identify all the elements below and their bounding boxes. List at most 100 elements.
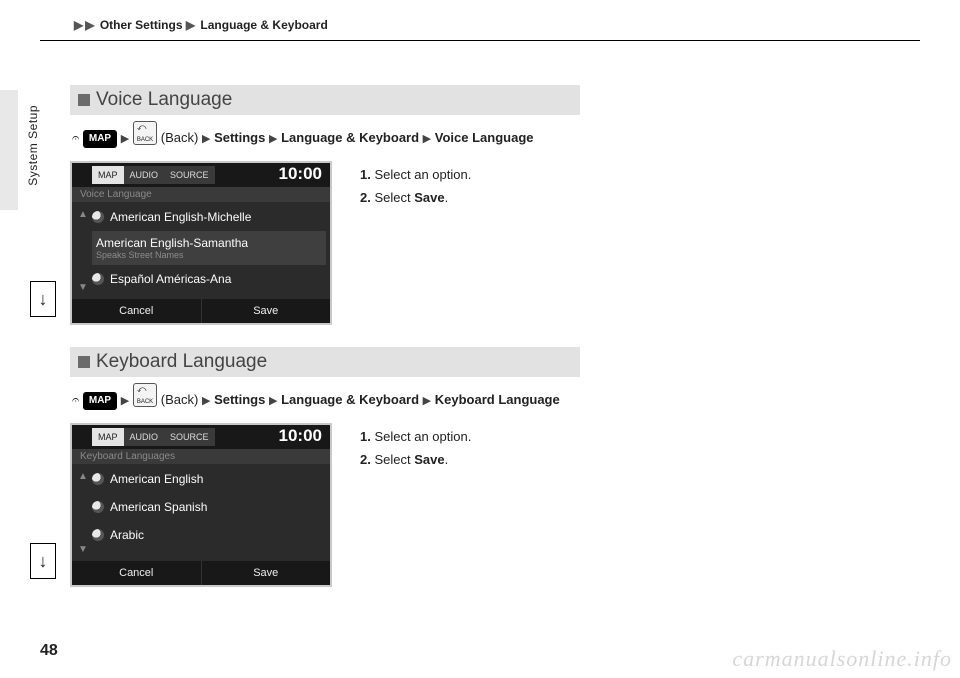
nav-path: 𝄐 MAP ▶ ⤺BACK (Back) ▶ Settings ▶ Langua… [70,377,890,417]
tab-source: SOURCE [164,166,215,184]
list-item-label: American English-Samantha [96,236,248,250]
square-bullet-icon [78,94,90,106]
chevron-right-icon: ▶ [423,133,431,145]
chevron-right-icon: ▶ [85,18,94,32]
chevron-right-icon: ▶ [269,133,277,145]
tab-map: MAP [92,166,124,184]
breadcrumb-item: Other Settings [100,18,183,32]
tab-audio: AUDIO [124,166,165,184]
step: 2. Select Save. [360,186,471,209]
chevron-right-icon: ▶ [121,133,129,145]
path-segment: Voice Language [435,130,534,145]
tab-audio: AUDIO [124,428,165,446]
step-text: Select an option. [374,167,471,182]
scroll-down-icon: ▼ [78,544,88,555]
back-text: (Back) [161,130,199,145]
step: 1. Select an option. [360,163,471,186]
radio-icon [92,211,104,223]
step-number: 1. [360,167,371,182]
save-button: Save [202,299,331,323]
voice-icon: 𝄐 [72,130,79,145]
chevron-right-icon: ▶ [269,395,277,407]
path-segment: Keyboard Language [435,392,560,407]
clock-display: 10:00 [279,164,322,184]
step-bold: Save [414,452,444,467]
nav-path: 𝄐 MAP ▶ ⤺BACK (Back) ▶ Settings ▶ Langua… [70,115,890,155]
instruction-steps: 1. Select an option. 2. Select Save. [360,423,471,587]
step-number: 2. [360,190,371,205]
save-button: Save [202,561,331,585]
down-arrow-callout-icon: ↓ [30,543,56,579]
list-item: American Spanish [92,493,326,521]
list-item: Español Américas-Ana [92,265,326,293]
radio-icon [92,529,104,541]
list-item: American English-Samantha Speaks Street … [92,231,326,265]
step-bold: Save [414,190,444,205]
section-title: Voice Language [70,85,580,115]
map-button-icon: MAP [83,392,117,410]
back-text: (Back) [161,392,199,407]
side-tab [0,90,18,210]
section-voice-language: Voice Language 𝄐 MAP ▶ ⤺BACK (Back) ▶ Se… [70,85,890,325]
map-button-icon: MAP [83,130,117,148]
section-title-text: Keyboard Language [96,351,267,373]
step: 1. Select an option. [360,425,471,448]
path-segment: Settings [214,130,265,145]
tab-map: MAP [92,428,124,446]
step: 2. Select Save. [360,448,471,471]
screenshot-keyboard-language: MAP AUDIO SOURCE 10:00 Keyboard Language… [70,423,332,587]
watermark: carmanualsonline.info [732,646,952,672]
step-text: Select an option. [374,429,471,444]
step-number: 1. [360,429,371,444]
chevron-right-icon: ▶ [202,395,210,407]
list-item-label: American English [110,472,203,486]
down-arrow-callout-icon: ↓ [30,281,56,317]
radio-icon [92,273,104,285]
back-button-icon: ⤺BACK [133,383,157,407]
instruction-steps: 1. Select an option. 2. Select Save. [360,161,471,325]
list-item-label: Español Américas-Ana [110,272,231,286]
square-bullet-icon [78,356,90,368]
list-item-label: American English-Michelle [110,210,251,224]
screenshot-voice-language: MAP AUDIO SOURCE 10:00 Voice Language ▲ … [70,161,332,325]
list-item: Arabic [92,521,326,549]
cancel-button: Cancel [72,561,202,585]
list-item: American English [92,465,326,493]
breadcrumb: ▶▶ Other Settings ▶ Language & Keyboard [74,18,328,32]
tab-source: SOURCE [164,428,215,446]
cancel-button: Cancel [72,299,202,323]
screen-title: Voice Language [72,187,330,202]
back-button-icon: ⤺BACK [133,121,157,145]
chevron-right-icon: ▶ [121,395,129,407]
radio-icon [92,473,104,485]
side-tab-label: System Setup [26,105,40,186]
list-item-sublabel: Speaks Street Names [96,250,248,260]
chevron-right-icon: ▶ [202,133,210,145]
section-title: Keyboard Language [70,347,580,377]
step-text: Select [374,190,414,205]
step-text: . [445,190,449,205]
section-keyboard-language: Keyboard Language 𝄐 MAP ▶ ⤺BACK (Back) ▶… [70,347,890,587]
scroll-down-icon: ▼ [78,282,88,293]
chevron-right-icon: ▶ [186,18,195,32]
chevron-right-icon: ▶ [74,18,83,32]
path-segment: Settings [214,392,265,407]
page-number: 48 [40,642,58,660]
scroll-up-icon: ▲ [78,471,88,482]
step-text: Select [374,452,414,467]
step-text: . [445,452,449,467]
radio-icon [92,501,104,513]
scroll-up-icon: ▲ [78,209,88,220]
path-segment: Language & Keyboard [281,130,419,145]
screen-title: Keyboard Languages [72,449,330,464]
section-title-text: Voice Language [96,89,232,111]
breadcrumb-item: Language & Keyboard [200,18,327,32]
list-item-label: American Spanish [110,500,207,514]
voice-icon: 𝄐 [72,392,79,407]
divider [40,40,920,41]
path-segment: Language & Keyboard [281,392,419,407]
chevron-right-icon: ▶ [423,395,431,407]
list-item-label: Arabic [110,528,144,542]
list-item: American English-Michelle [92,203,326,231]
step-number: 2. [360,452,371,467]
